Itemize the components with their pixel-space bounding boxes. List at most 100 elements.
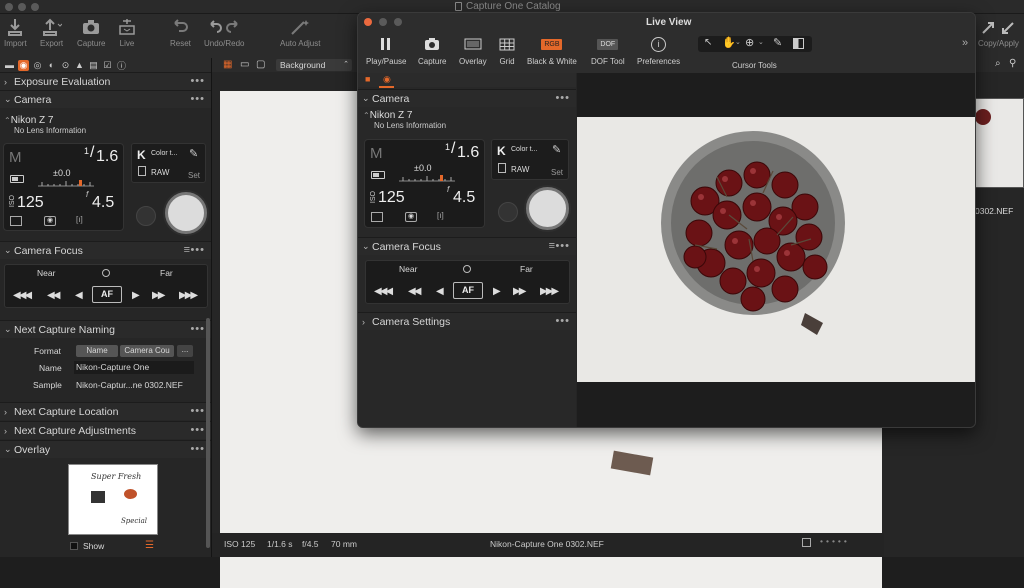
more-icon[interactable]: ••• [190,75,205,87]
zoom-window-button[interactable] [31,3,39,11]
dof-tool-button[interactable]: DOF DOF Tool [591,35,625,66]
live-camera-selector[interactable]: ⌃Nikon Z 7 No Lens Information [363,110,446,130]
focus-far-large-button[interactable]: ▶▶▶ [179,290,198,301]
exposure-tab-icon[interactable]: ◐ [46,60,57,71]
black-white-button[interactable]: RGB Black & White [527,35,577,66]
metadata-tab-icon[interactable]: ☑ [102,60,113,71]
camera-selector[interactable]: ⌃Nikon Z 7 No Lens Information [4,115,86,135]
double-chevron-icon[interactable]: » [962,37,968,49]
rating-dots-icon[interactable]: ••••• [820,536,850,546]
drive-mode-icon[interactable] [371,212,383,222]
focus-near-medium-button[interactable]: ◀◀ [408,286,421,297]
drive-mode-icon[interactable] [10,216,22,226]
more-icon[interactable]: ••• [190,443,205,455]
live-close-button[interactable] [364,18,372,26]
eyedropper-icon[interactable]: ✎ [773,36,782,49]
grid-view-icon[interactable]: ▦ [223,59,232,70]
exposure-mode[interactable]: M [9,149,22,166]
panel-scrollbar[interactable] [206,318,210,548]
name-token[interactable]: Name [76,345,118,357]
section-next-capture-naming[interactable]: ⌄ Next Capture Naming ••• [0,320,211,338]
metering-icon[interactable]: ◉ [44,216,56,226]
live-section-camera-focus[interactable]: ⌄ Camera Focus ≡ ••• [358,237,576,255]
live-view-image[interactable] [577,117,975,382]
section-camera-focus[interactable]: ⌄ Camera Focus ≡ ••• [0,241,211,259]
live-section-camera[interactable]: ⌄ Camera ••• [358,89,576,107]
focus-far-large-button[interactable]: ▶▶▶ [540,286,559,297]
live-file-format[interactable]: RAW [511,165,529,174]
video-tab-icon[interactable]: ■ [365,74,370,84]
eyedropper-icon[interactable]: ✎ [189,147,198,160]
undo-redo-button[interactable]: Undo/Redo [204,18,244,48]
autofocus-button[interactable]: AF [92,286,122,303]
focus-near-small-button[interactable]: ◀ [75,290,83,301]
zoom-icon[interactable]: ⊕ [745,36,754,49]
more-icon[interactable]: ••• [555,92,570,104]
file-format[interactable]: RAW [151,168,169,177]
import-button[interactable]: Import [4,18,27,48]
minimize-window-button[interactable] [18,3,26,11]
copy-apply-button[interactable]: Copy/Apply [978,18,1019,48]
eyedropper-icon[interactable]: ✎ [552,143,561,156]
live-button[interactable]: Live [118,18,136,48]
local-adjust-tab-icon[interactable]: ▤ [88,60,99,71]
more-icon[interactable]: ••• [190,424,205,436]
live-autofocus-button[interactable]: AF [453,282,483,299]
section-camera[interactable]: ⌄ Camera ••• [0,90,211,108]
section-exposure-evaluation[interactable]: › Exposure Evaluation ••• [0,72,211,90]
single-view-icon[interactable]: ▢ [256,59,265,70]
live-capture-button[interactable]: Capture [418,35,446,66]
select-checkbox[interactable] [802,538,811,547]
white-balance[interactable]: Color t... [151,150,177,157]
pointer-icon[interactable]: ↖ [704,37,712,48]
live-shutter-speed[interactable]: 1.6 [457,144,479,162]
hand-icon[interactable]: ☰ [145,540,154,551]
background-select[interactable]: Background ⌃ [276,59,352,71]
focus-near-large-button[interactable]: ◀◀◀ [13,290,32,301]
filter-icon[interactable]: ⚲ [1009,58,1016,69]
show-overlay-checkbox[interactable] [70,542,78,550]
section-overlay[interactable]: ⌄ Overlay ••• [0,440,211,458]
capture-button[interactable]: Capture [77,18,105,48]
more-icon[interactable]: ••• [190,323,205,335]
preferences-button[interactable]: i Preferences [637,35,680,66]
color-tab-icon[interactable]: ◎ [32,60,43,71]
more-icon[interactable]: ••• [190,405,205,417]
export-button[interactable]: Export [40,18,63,48]
live-shutter-release-button[interactable] [526,187,569,230]
live-record-video-button[interactable] [498,202,518,222]
more-icon[interactable]: ••• [555,315,570,327]
section-next-capture-location[interactable]: › Next Capture Location ••• [0,402,211,420]
search-icon[interactable]: ⌕ [995,58,1001,69]
set-button[interactable]: Set [188,171,200,180]
details-tab-icon[interactable]: ▲ [74,60,85,71]
play-pause-button[interactable]: Play/Pause [366,35,406,66]
more-icon[interactable]: ••• [190,93,205,105]
lens-tab-icon[interactable]: ⊙ [60,60,71,71]
format-more-button[interactable]: ... [177,345,193,357]
live-grid-button[interactable]: Grid [499,35,515,66]
more-icon[interactable]: ••• [555,240,570,252]
close-window-button[interactable] [5,3,13,11]
chevron-down-icon[interactable]: ⌄ [735,38,741,46]
live-aperture-value[interactable]: 4.5 [453,189,475,207]
shutter-release-button[interactable] [165,192,207,234]
focus-far-medium-button[interactable]: ▶▶ [513,286,526,297]
iso-value[interactable]: 125 [17,194,44,212]
info-tab-icon[interactable]: ⓘ [116,60,127,71]
live-minimize-button[interactable] [379,18,387,26]
record-video-button[interactable] [136,206,156,226]
camera-tab-icon[interactable]: ◉ [383,74,391,85]
focus-near-small-button[interactable]: ◀ [436,286,444,297]
capture-tab-icon[interactable]: ◉ [18,59,29,71]
reset-button[interactable]: Reset [170,18,191,48]
focus-near-large-button[interactable]: ◀◀◀ [374,286,393,297]
browser-thumbnail[interactable] [972,98,1024,188]
live-section-camera-settings[interactable]: › Camera Settings ••• [358,312,576,330]
focus-far-small-button[interactable]: ▶ [493,286,501,297]
compare-icon[interactable] [793,38,804,49]
name-input[interactable]: Nikon-Capture One [74,361,194,374]
focus-near-medium-button[interactable]: ◀◀ [47,290,60,301]
pan-hand-icon[interactable]: ✋ [722,36,736,49]
live-zoom-button[interactable] [394,18,402,26]
